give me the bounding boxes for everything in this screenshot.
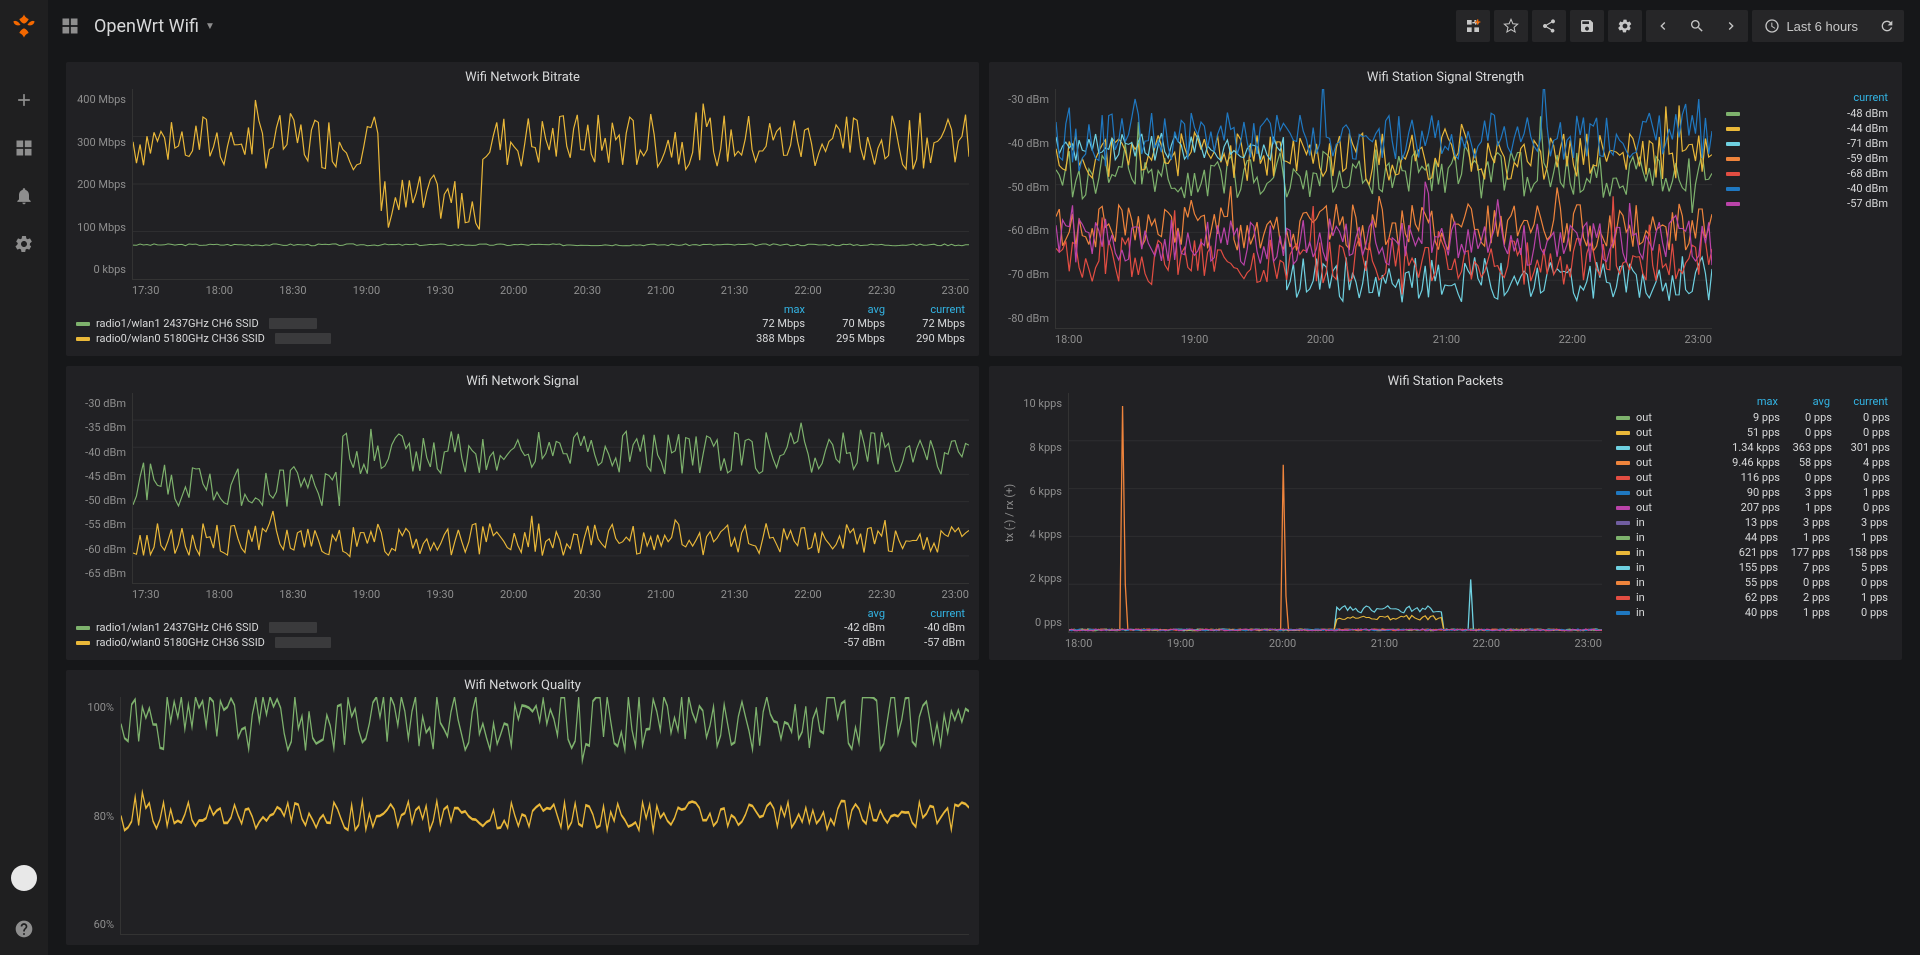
refresh-button[interactable]: [1870, 10, 1904, 42]
legend-header: current: [1722, 89, 1892, 106]
legend-header: max: [725, 303, 805, 316]
legend-row[interactable]: -68 dBm: [1722, 166, 1892, 181]
dashboard-title-text: OpenWrt Wifi: [94, 16, 199, 37]
chart-plot[interactable]: [132, 393, 969, 584]
legend-row[interactable]: out 1.34 kpps363 pps301 pps: [1612, 440, 1892, 455]
grafana-logo[interactable]: [10, 12, 38, 40]
sidebar: [0, 0, 48, 955]
legend-row[interactable]: radio1/wlan1 2437GHz CH6 SSID-42 dBm-40 …: [76, 620, 969, 635]
legend-header: current: [885, 303, 965, 316]
chart-plot[interactable]: [132, 89, 969, 280]
legend-row[interactable]: out 51 pps0 pps0 pps: [1612, 425, 1892, 440]
legend-row[interactable]: -48 dBm: [1722, 106, 1892, 121]
legend-row[interactable]: in 13 pps3 pps3 pps: [1612, 515, 1892, 530]
legend-header: max: [1720, 395, 1778, 408]
y-axis: 100%80%60%: [76, 697, 120, 935]
dashboard-icon[interactable]: [60, 16, 80, 36]
time-forward-button[interactable]: [1714, 10, 1748, 42]
share-button[interactable]: [1532, 10, 1566, 42]
x-axis: 17:3018:0018:3019:0019:3020:0020:3021:00…: [76, 584, 969, 601]
x-axis: 17:3018:0018:3019:0019:3020:0020:3021:00…: [76, 280, 969, 297]
panel-title: Wifi Network Quality: [76, 676, 969, 697]
legend-row[interactable]: out 9.46 kpps58 pps4 pps: [1612, 455, 1892, 470]
y-axis: -30 dBm-35 dBm-40 dBm-45 dBm-50 dBm-55 d…: [76, 393, 132, 584]
legend: current -48 dBm-44 dBm-71 dBm-59 dBm-68 …: [1712, 89, 1892, 329]
help-icon[interactable]: [14, 919, 34, 939]
dashboards-icon[interactable]: [14, 138, 34, 158]
legend: max avg current radio1/wlan1 2437GHz CH6…: [76, 297, 969, 346]
legend-row[interactable]: radio0/wlan0 5180GHz CH36 SSID388 Mbps29…: [76, 331, 969, 346]
panel-network-quality[interactable]: Wifi Network Quality 100%80%60%: [66, 670, 979, 945]
legend-row[interactable]: out 116 pps0 pps0 pps: [1612, 470, 1892, 485]
legend-row[interactable]: radio1/wlan1 2437GHz CH6 SSID72 Mbps70 M…: [76, 316, 969, 331]
legend-row[interactable]: in 155 pps7 pps5 pps: [1612, 560, 1892, 575]
legend-row[interactable]: in 40 pps1 pps0 pps: [1612, 605, 1892, 620]
legend-row[interactable]: -44 dBm: [1722, 121, 1892, 136]
star-button[interactable]: [1494, 10, 1528, 42]
y-axis: 400 Mbps300 Mbps200 Mbps100 Mbps0 kbps: [76, 89, 132, 280]
legend: avg current radio1/wlan1 2437GHz CH6 SSI…: [76, 601, 969, 650]
avatar[interactable]: [11, 865, 37, 891]
time-picker-button[interactable]: Last 6 hours: [1752, 10, 1870, 42]
legend-row[interactable]: in 55 pps0 pps0 pps: [1612, 575, 1892, 590]
x-axis: 18:0019:0020:0021:0022:0023:00: [999, 633, 1892, 650]
panel-title: Wifi Network Signal: [76, 372, 969, 393]
legend-header: current: [1830, 395, 1888, 408]
legend-row[interactable]: in 621 pps177 pps158 pps: [1612, 545, 1892, 560]
panel-station-packets[interactable]: Wifi Station Packets tx (-) / rx (+) 10 …: [989, 366, 1902, 660]
y-axis: 10 kpps8 kpps6 kpps4 kpps2 kpps0 pps: [1020, 393, 1068, 633]
legend: max avg current out 9 pps0 pps0 ppsout 5…: [1602, 393, 1892, 633]
panel-network-signal[interactable]: Wifi Network Signal -30 dBm-35 dBm-40 dB…: [66, 366, 979, 660]
alerting-icon[interactable]: [14, 186, 34, 206]
chart-plot[interactable]: [1068, 393, 1602, 633]
chart-plot[interactable]: [1055, 89, 1712, 329]
legend-row[interactable]: out 90 pps3 pps1 pps: [1612, 485, 1892, 500]
create-icon[interactable]: [14, 90, 34, 110]
panel-title: Wifi Network Bitrate: [76, 68, 969, 89]
y-axis: -30 dBm-40 dBm-50 dBm-60 dBm-70 dBm-80 d…: [999, 89, 1055, 329]
legend-row[interactable]: out 9 pps0 pps0 pps: [1612, 410, 1892, 425]
panel-station-signal-strength[interactable]: Wifi Station Signal Strength -30 dBm-40 …: [989, 62, 1902, 356]
dashboard-title[interactable]: OpenWrt Wifi ▼: [94, 16, 215, 37]
legend-row[interactable]: in 62 pps2 pps1 pps: [1612, 590, 1892, 605]
configuration-icon[interactable]: [14, 234, 34, 254]
legend-row[interactable]: -71 dBm: [1722, 136, 1892, 151]
panel-title: Wifi Station Packets: [999, 372, 1892, 393]
legend-row[interactable]: out 207 pps1 pps0 pps: [1612, 500, 1892, 515]
legend-row[interactable]: radio0/wlan0 5180GHz CH36 SSID-57 dBm-57…: [76, 635, 969, 650]
chart-plot[interactable]: [120, 697, 969, 935]
time-range-label: Last 6 hours: [1786, 19, 1858, 34]
y-axis-label: tx (-) / rx (+): [999, 393, 1020, 633]
legend-header: avg: [805, 607, 885, 620]
clock-icon: [1764, 18, 1780, 34]
settings-button[interactable]: [1608, 10, 1642, 42]
panel-title: Wifi Station Signal Strength: [999, 68, 1892, 89]
legend-row[interactable]: -57 dBm: [1722, 196, 1892, 211]
save-button[interactable]: [1570, 10, 1604, 42]
legend-row[interactable]: -59 dBm: [1722, 151, 1892, 166]
dashboard-grid: Wifi Network Bitrate 400 Mbps300 Mbps200…: [48, 52, 1920, 955]
chevron-down-icon: ▼: [205, 21, 215, 32]
legend-header: avg: [1778, 395, 1830, 408]
add-panel-button[interactable]: [1456, 10, 1490, 42]
zoom-out-button[interactable]: [1680, 10, 1714, 42]
time-back-button[interactable]: [1646, 10, 1680, 42]
legend-row[interactable]: in 44 pps1 pps1 pps: [1612, 530, 1892, 545]
panel-wifi-bitrate[interactable]: Wifi Network Bitrate 400 Mbps300 Mbps200…: [66, 62, 979, 356]
x-axis: 18:0019:0020:0021:0022:0023:00: [999, 329, 1892, 346]
legend-row[interactable]: -40 dBm: [1722, 181, 1892, 196]
legend-header: avg: [805, 303, 885, 316]
topbar: OpenWrt Wifi ▼ Last 6 hours: [0, 0, 1920, 52]
legend-header: current: [885, 607, 965, 620]
